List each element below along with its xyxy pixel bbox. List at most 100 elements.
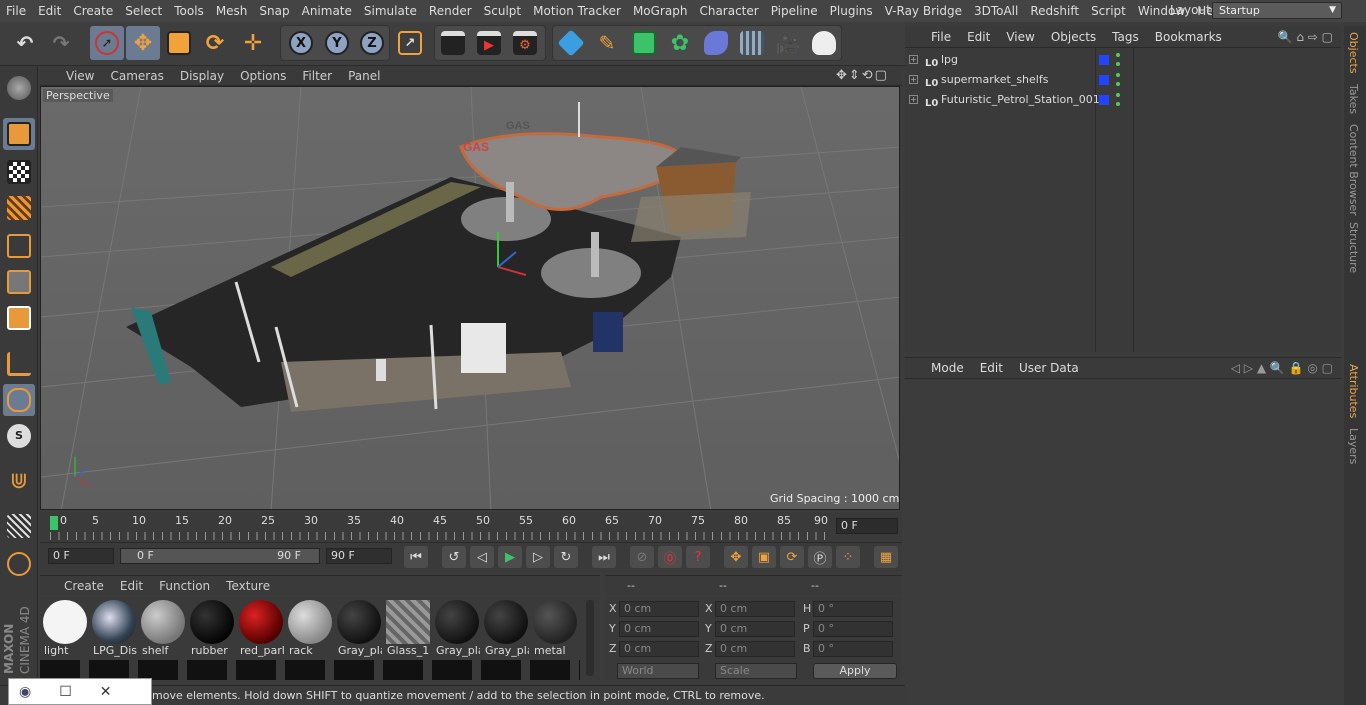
frame-ruler[interactable]: 0 5 10 15 20 25 30 35 40 45 50 55 60 65 …	[50, 514, 828, 540]
menu-motion-tracker[interactable]: Motion Tracker	[527, 0, 627, 22]
expand-icon[interactable]: +	[909, 75, 918, 84]
keyframe-selection-button[interactable]: ?	[686, 546, 710, 568]
material-menu-edit[interactable]: Edit	[112, 579, 151, 593]
menu-animate[interactable]: Animate	[296, 0, 358, 22]
floor-button[interactable]	[735, 26, 769, 60]
render-visibility-dot[interactable]	[1116, 62, 1120, 66]
menu-simulate[interactable]: Simulate	[358, 0, 423, 22]
material-item[interactable]: shelf	[140, 598, 186, 658]
viewport-menu-view[interactable]: View	[58, 69, 102, 83]
redo-button[interactable]: ↷	[44, 26, 78, 60]
live-selection-button[interactable]: ➚	[90, 26, 124, 60]
deformer-button[interactable]	[699, 26, 733, 60]
transform-tool-button[interactable]: ✛	[236, 26, 270, 60]
layer-color-swatch[interactable]	[1099, 75, 1109, 85]
material-item[interactable]: rack	[287, 598, 333, 658]
material-item[interactable]: Gray_pla	[434, 598, 480, 658]
playhead-marker[interactable]	[50, 516, 58, 530]
pos-y-field[interactable]: 0 cm	[619, 621, 699, 637]
play-button[interactable]: ▶	[498, 546, 522, 568]
tab-layers[interactable]: Layers	[1347, 428, 1360, 464]
material-item[interactable]: Gray_pla	[336, 598, 382, 658]
edges-mode-button[interactable]	[3, 266, 35, 298]
coordinate-system-button[interactable]: ↗	[393, 26, 427, 60]
menu-3dtoall[interactable]: 3DToAll	[968, 0, 1024, 22]
key-scale-button[interactable]: ▣	[752, 546, 776, 568]
pos-z-field[interactable]: 0 cm	[619, 641, 699, 657]
light-button[interactable]	[807, 26, 841, 60]
grid-button[interactable]	[3, 510, 35, 542]
render-visibility-dot[interactable]	[1116, 102, 1120, 106]
rot-b-field[interactable]: 0 °	[813, 641, 893, 657]
key-pla-button[interactable]: ⁘	[836, 546, 860, 568]
render-view-button[interactable]	[436, 26, 470, 60]
material-menu-function[interactable]: Function	[151, 579, 218, 593]
object-row[interactable]: + L0 lpg	[905, 50, 1341, 70]
menu-tools[interactable]: Tools	[168, 0, 210, 22]
render-visibility-dot[interactable]	[1116, 82, 1120, 86]
world-dropdown[interactable]: World	[617, 663, 699, 679]
axis-mode-button[interactable]	[3, 348, 35, 380]
workplane-button[interactable]	[3, 192, 35, 224]
expand-icon[interactable]: +	[909, 55, 918, 64]
menu-render[interactable]: Render	[423, 0, 478, 22]
make-editable-button[interactable]	[3, 72, 35, 104]
material-item[interactable]: Glass_1	[385, 598, 431, 658]
key-position-button[interactable]: ✥	[724, 546, 748, 568]
attr-menu-user-data[interactable]: User Data	[1011, 361, 1087, 375]
tab-structure[interactable]: Structure	[1347, 222, 1360, 273]
camera-button[interactable]: 🎥	[771, 26, 805, 60]
material-item[interactable]: Gray_pla	[483, 598, 529, 658]
preview-range-slider[interactable]: 0 F 90 F	[120, 548, 320, 564]
material-item[interactable]: LPG_Dis	[91, 598, 137, 658]
menu-redshift[interactable]: Redshift	[1024, 0, 1085, 22]
layer-color-swatch[interactable]	[1099, 95, 1109, 105]
material-menu-texture[interactable]: Texture	[218, 579, 278, 593]
subdivision-button[interactable]	[627, 26, 661, 60]
viewport-menu-filter[interactable]: Filter	[294, 69, 340, 83]
previous-key-button[interactable]: ↺	[442, 546, 466, 568]
viewport-menu-options[interactable]: Options	[232, 69, 294, 83]
next-key-button[interactable]: ↻	[554, 546, 578, 568]
expand-icon[interactable]: +	[909, 95, 918, 104]
polygons-mode-button[interactable]	[3, 302, 35, 334]
viewport-menu-cameras[interactable]: Cameras	[102, 69, 171, 83]
editor-visibility-dot[interactable]	[1116, 93, 1120, 97]
menu-sculpt[interactable]: Sculpt	[478, 0, 527, 22]
render-settings-button[interactable]: ⚙	[508, 26, 542, 60]
tab-attributes[interactable]: Attributes	[1347, 364, 1360, 418]
undo-button[interactable]: ↶	[8, 26, 42, 60]
pen-spline-button[interactable]: ✎	[590, 26, 624, 60]
tab-content-browser[interactable]: Content Browser	[1347, 124, 1360, 216]
viewport-menu-panel[interactable]: Panel	[340, 69, 388, 83]
rot-p-field[interactable]: 0 °	[813, 621, 893, 637]
cube-object-button[interactable]	[554, 26, 588, 60]
end-frame-field[interactable]: 90 F	[326, 548, 392, 564]
menu-edit[interactable]: Edit	[32, 0, 67, 22]
autokey-button[interactable]: ⓪	[658, 546, 682, 568]
start-frame-field[interactable]: 0 F	[48, 548, 114, 564]
points-mode-button[interactable]	[3, 230, 35, 262]
cloner-button[interactable]: ✿	[663, 26, 697, 60]
z-axis-button[interactable]: Z	[355, 26, 389, 60]
next-frame-button[interactable]: ▷	[526, 546, 550, 568]
move-tool-button[interactable]: ✥	[126, 26, 160, 60]
object-menu-objects[interactable]: Objects	[1043, 30, 1104, 44]
object-menu-file[interactable]: File	[923, 30, 959, 44]
object-row[interactable]: + L0 supermarket_shelfs	[905, 70, 1341, 90]
render-picture-viewer-button[interactable]: ▶	[472, 26, 506, 60]
attr-menu-mode[interactable]: Mode	[923, 361, 972, 375]
size-z-field[interactable]: 0 cm	[715, 641, 795, 657]
size-y-field[interactable]: 0 cm	[715, 621, 795, 637]
object-row[interactable]: + L0 Futuristic_Petrol_Station_001	[905, 90, 1341, 110]
go-to-start-button[interactable]: ⏮	[404, 546, 428, 568]
texture-mode-button[interactable]	[3, 156, 35, 188]
tweak-mode-button[interactable]	[3, 384, 35, 416]
scale-tool-button[interactable]	[162, 26, 196, 60]
layer-color-swatch[interactable]	[1099, 55, 1109, 65]
material-item[interactable]: red_parl	[238, 598, 284, 658]
menu-vray-bridge[interactable]: V-Ray Bridge	[879, 0, 968, 22]
menu-mesh[interactable]: Mesh	[210, 0, 254, 22]
go-to-end-button[interactable]: ⏭	[592, 546, 616, 568]
editor-visibility-dot[interactable]	[1116, 53, 1120, 57]
